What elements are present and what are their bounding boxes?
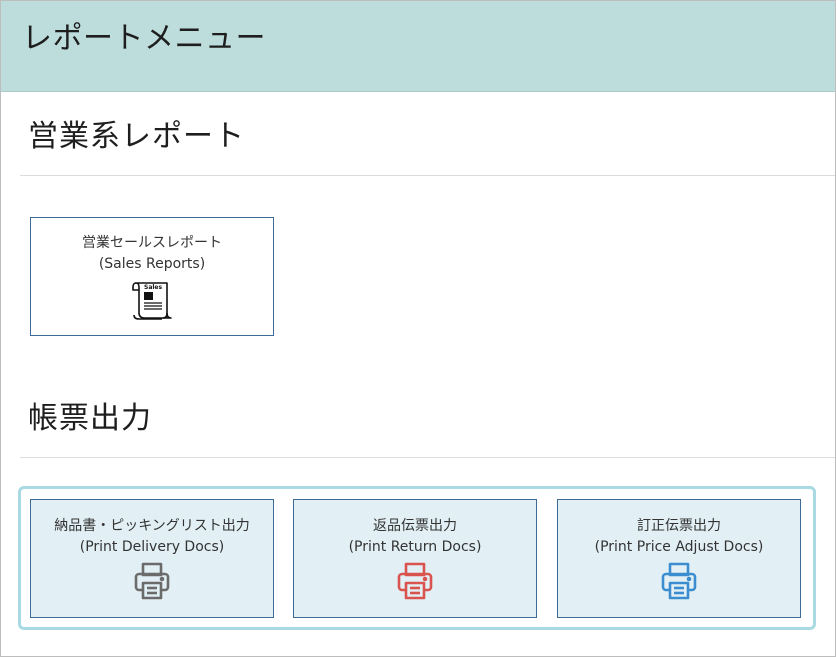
card-subtitle: (Print Delivery Docs) (79, 539, 225, 555)
card-title: 納品書・ピッキングリスト出力 (54, 518, 250, 534)
card-subtitle: (Sales Reports) (98, 256, 206, 272)
scroll-icon-label: Sales (144, 284, 162, 291)
card-title: 営業セールスレポート (82, 235, 222, 251)
printer-icon (660, 562, 698, 604)
section-divider (20, 457, 835, 458)
printer-icon (396, 562, 434, 604)
card-title: 訂正伝票出力 (637, 518, 721, 534)
sales-report-scroll-icon: Sales (130, 281, 174, 325)
card-title: 返品伝票出力 (373, 518, 457, 534)
card-subtitle: (Print Price Adjust Docs) (594, 539, 764, 555)
section-title-print: 帳票出力 (28, 401, 152, 436)
page-title: レポートメニュー (22, 21, 266, 56)
section-title-sales: 営業系レポート (28, 119, 245, 154)
print-delivery-docs-button[interactable]: 納品書・ピッキングリスト出力 (Print Delivery Docs) (30, 499, 274, 618)
printer-icon (133, 562, 171, 604)
card-subtitle: (Print Return Docs) (348, 539, 482, 555)
sales-reports-button[interactable]: 営業セールスレポート (Sales Reports) Sales (30, 217, 274, 336)
print-return-docs-button[interactable]: 返品伝票出力 (Print Return Docs) (293, 499, 537, 618)
page-header: レポートメニュー (1, 1, 835, 92)
print-price-adjust-docs-button[interactable]: 訂正伝票出力 (Print Price Adjust Docs) (557, 499, 801, 618)
section-divider (20, 175, 835, 176)
